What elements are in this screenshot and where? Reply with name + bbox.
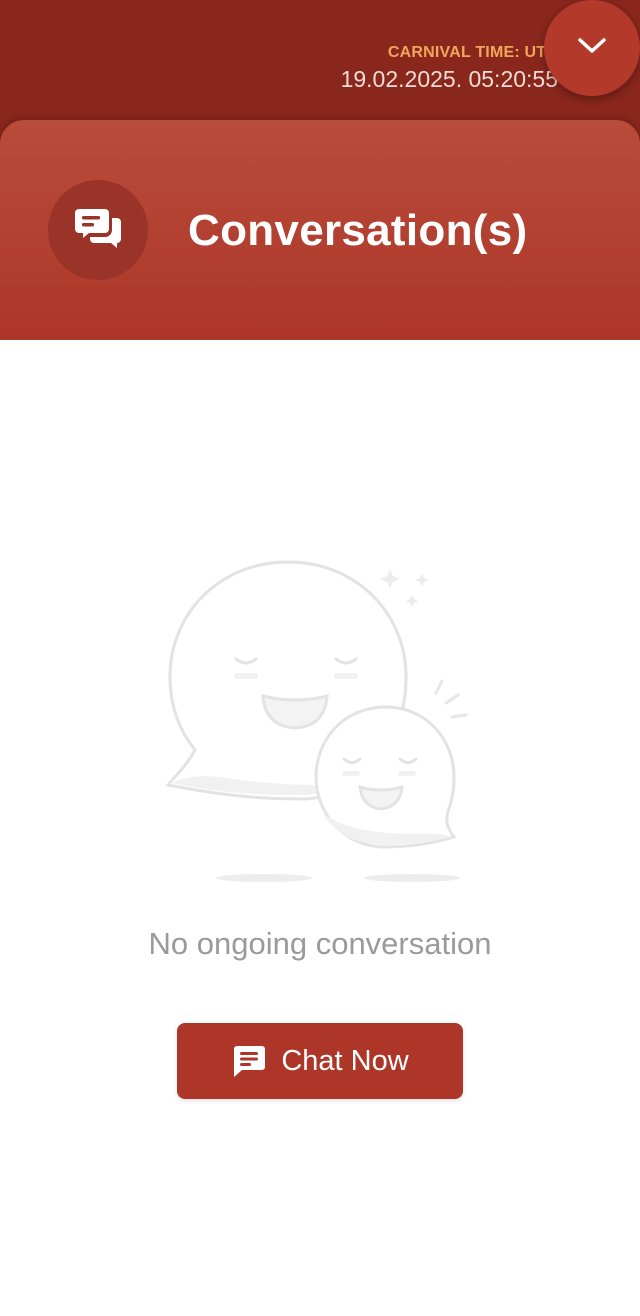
clock-time: 19.02.2025. 05:20:55 (340, 66, 558, 92)
conversation-icon (48, 180, 148, 280)
empty-state-message: No ongoing conversation (148, 926, 492, 961)
empty-illustration (150, 555, 490, 895)
collapse-button[interactable] (544, 0, 640, 96)
chat-now-label: Chat Now (281, 1044, 409, 1077)
chat-now-button[interactable]: Chat Now (177, 1023, 463, 1099)
panel-title: Conversation(s) (188, 206, 528, 255)
chat-bubble-icon (231, 1043, 267, 1079)
empty-state: No ongoing conversation Chat Now (0, 340, 640, 1316)
clock-label: CARNIVAL TIME: UTC (387, 44, 558, 61)
chevron-down-icon (577, 36, 607, 61)
small-bubble (314, 705, 457, 849)
carnival-clock: CARNIVAL TIME: UTC 19.02.2025. 05:20:55 (341, 44, 558, 93)
